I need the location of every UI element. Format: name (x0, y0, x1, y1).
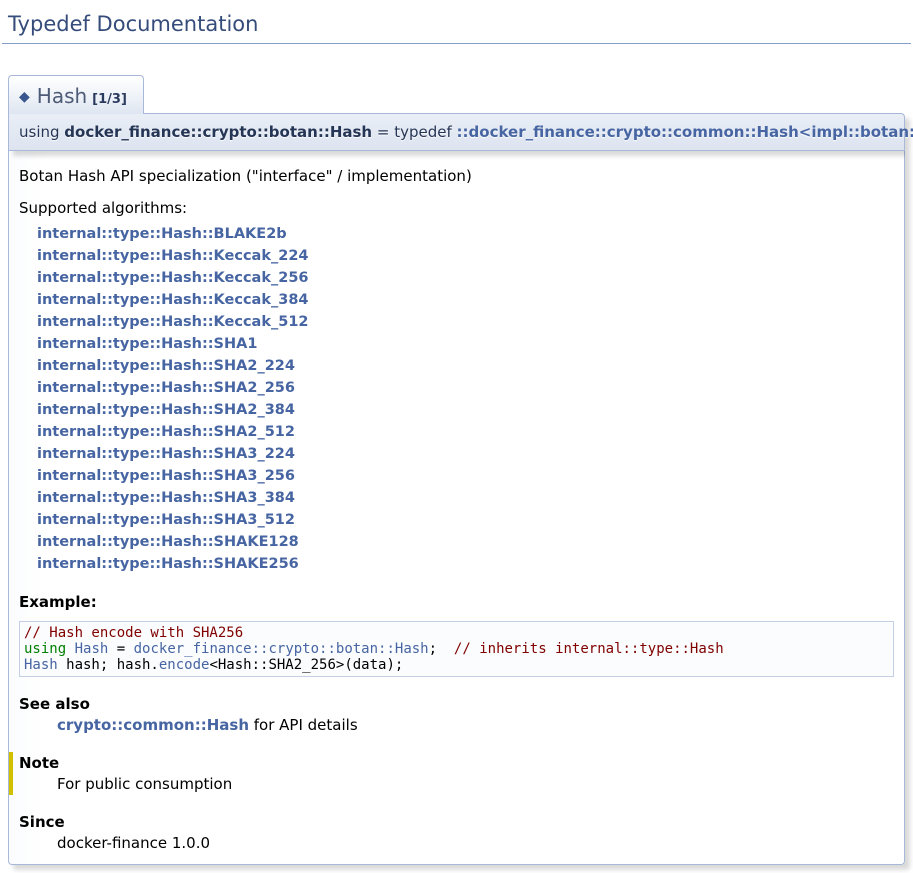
member-item-hash: ◆Hash[1/3] using docker_finance::crypto:… (8, 44, 905, 865)
since-text: docker-finance 1.0.0 (57, 834, 894, 852)
algorithm-link[interactable]: internal::type::Hash::SHA3_384 (37, 487, 894, 509)
algorithm-link[interactable]: internal::type::Hash::SHAKE128 (37, 531, 894, 553)
member-tab: ◆ Hash [1/3] (8, 75, 144, 114)
code-comment: // inherits internal::type::Hash (454, 641, 724, 657)
algorithm-link[interactable]: internal::type::Hash::SHA3_256 (37, 465, 894, 487)
note-section: Note For public consumption (9, 752, 894, 795)
code-text: hash; hash. (58, 657, 159, 673)
since-section: Since docker-finance 1.0.0 (19, 813, 894, 852)
member-documentation: Botan Hash API specialization ("interfac… (8, 151, 905, 865)
typedef-documentation-page: Typedef Documentation ◆ Hash [1/3] using d… (0, 0, 913, 865)
algorithm-link[interactable]: internal::type::Hash::Keccak_384 (37, 289, 894, 311)
see-also-suffix: for API details (249, 716, 358, 734)
since-label: Since (19, 813, 894, 831)
code-line: using Hash = docker_finance::crypto::bot… (24, 641, 889, 657)
algorithm-link[interactable]: internal::type::Hash::SHA2_256 (37, 377, 894, 399)
algorithm-link[interactable]: internal::type::Hash::Keccak_224 (37, 245, 894, 267)
code-text: ; (429, 641, 454, 657)
code-link[interactable]: encode (159, 657, 210, 673)
note-label: Note (19, 754, 894, 772)
page-title: Typedef Documentation (2, 8, 911, 44)
algorithm-link[interactable]: internal::type::Hash::SHA2_384 (37, 399, 894, 421)
note-text: For public consumption (57, 775, 894, 793)
proto-using-keyword: using (19, 123, 64, 141)
code-link[interactable]: Hash (75, 641, 109, 657)
see-also-content: crypto::common::Hash for API details (57, 716, 894, 734)
proto-target-type-link[interactable]: ::docker_finance::crypto::common::Hash<i… (457, 123, 913, 141)
algorithm-link[interactable]: internal::type::Hash::SHAKE256 (37, 553, 894, 575)
code-keyword: using (24, 641, 66, 657)
see-also-label: See also (19, 695, 894, 713)
code-text: = (108, 641, 133, 657)
algorithm-link[interactable]: internal::type::Hash::SHA3_512 (37, 509, 894, 531)
code-line: // Hash encode with SHA256 (24, 625, 889, 641)
member-body: using docker_finance::crypto::botan::Has… (8, 113, 905, 865)
see-also-link[interactable]: crypto::common::Hash (57, 716, 249, 734)
member-tab-title: Hash (37, 84, 87, 108)
proto-equals-typedef: = typedef (372, 123, 456, 141)
code-text: <Hash::SHA2_256>(data); (209, 657, 403, 673)
example-label: Example: (19, 593, 894, 611)
code-link[interactable]: docker_finance::crypto::botan::Hash (134, 641, 429, 657)
algorithm-link[interactable]: internal::type::Hash::Keccak_256 (37, 267, 894, 289)
example-section: Example: (19, 593, 894, 611)
code-comment: // Hash encode with SHA256 (24, 625, 243, 641)
algorithm-link[interactable]: internal::type::Hash::SHA1 (37, 333, 894, 355)
code-fragment: // Hash encode with SHA256using Hash = d… (19, 621, 894, 677)
code-text (66, 641, 74, 657)
algorithm-link[interactable]: internal::type::Hash::SHA2_512 (37, 421, 894, 443)
algorithm-link[interactable]: internal::type::Hash::BLAKE2b (37, 223, 894, 245)
algorithm-link[interactable]: internal::type::Hash::SHA3_224 (37, 443, 894, 465)
brief-description: Botan Hash API specialization ("interfac… (19, 167, 894, 185)
algorithm-link[interactable]: internal::type::Hash::Keccak_512 (37, 311, 894, 333)
permalink-diamond-icon[interactable]: ◆ (19, 89, 30, 105)
code-line: Hash hash; hash.encode<Hash::SHA2_256>(d… (24, 657, 889, 673)
algorithms-label: Supported algorithms: (19, 199, 894, 217)
see-also-section: See also crypto::common::Hash for API de… (19, 695, 894, 734)
member-prototype: using docker_finance::crypto::botan::Has… (8, 113, 905, 151)
algorithm-list: internal::type::Hash::BLAKE2binternal::t… (37, 223, 894, 575)
member-tab-index: [1/3] (92, 92, 127, 107)
algorithm-link[interactable]: internal::type::Hash::SHA2_224 (37, 355, 894, 377)
proto-typedef-name: docker_finance::crypto::botan::Hash (64, 123, 372, 141)
code-link[interactable]: Hash (24, 657, 58, 673)
